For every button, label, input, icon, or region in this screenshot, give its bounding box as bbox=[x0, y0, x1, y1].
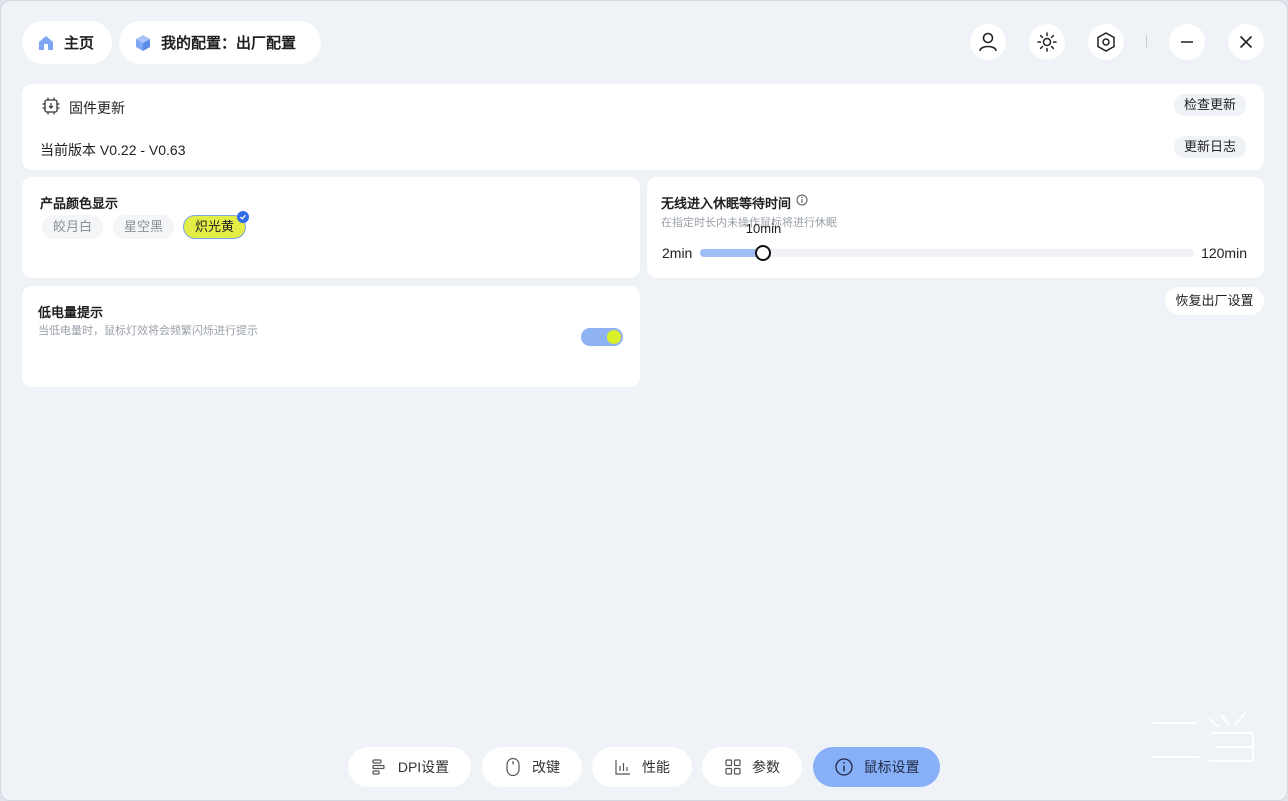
check-update-button[interactable]: 检查更新 bbox=[1173, 94, 1246, 116]
product-color-title: 产品颜色显示 bbox=[40, 196, 119, 211]
app-window: 主页 我的配置：出厂配置 固件更新 检查更新 当前版本 V0.22 - V0.6… bbox=[0, 0, 1288, 801]
slider-min-label: 2min bbox=[662, 245, 693, 261]
nav-mouse-settings-label: 鼠标设置 bbox=[863, 759, 920, 775]
low-battery-title: 低电量提示 bbox=[38, 305, 104, 320]
nav-keymap[interactable]: 改键 bbox=[482, 747, 582, 787]
nav-mouse-settings[interactable]: 鼠标设置 bbox=[813, 747, 940, 787]
color-option-black[interactable]: 星空黑 bbox=[113, 215, 175, 239]
product-color-card: 产品颜色显示 皎月白 星空黑 炽光黄 bbox=[22, 177, 640, 278]
minimize-button[interactable] bbox=[1169, 24, 1205, 60]
grid-icon bbox=[725, 759, 741, 775]
nav-dpi[interactable]: DPI设置 bbox=[348, 747, 471, 787]
hex-settings-icon bbox=[1097, 32, 1115, 52]
changelog-button[interactable]: 更新日志 bbox=[1173, 136, 1246, 158]
low-battery-desc: 当低电量时，鼠标灯效将会频繁闪烁进行提示 bbox=[38, 325, 258, 337]
sleep-slider-thumb[interactable] bbox=[755, 245, 772, 261]
mouse-icon bbox=[506, 757, 520, 777]
slider-value-label: 10min bbox=[745, 221, 782, 236]
nav-performance[interactable]: 性能 bbox=[592, 747, 692, 787]
minimize-icon bbox=[1181, 41, 1193, 43]
toggle-knob bbox=[607, 330, 621, 344]
user-button[interactable] bbox=[970, 24, 1006, 60]
close-icon bbox=[1239, 35, 1253, 49]
nav-performance-label: 性能 bbox=[642, 759, 670, 775]
low-battery-toggle[interactable] bbox=[581, 328, 623, 346]
brand-watermark-logo bbox=[1151, 712, 1254, 762]
color-option-white[interactable]: 皎月白 bbox=[42, 215, 104, 239]
low-battery-card: 低电量提示 当低电量时，鼠标灯效将会频繁闪烁进行提示 bbox=[22, 286, 640, 387]
info-icon bbox=[834, 758, 853, 776]
nav-params[interactable]: 参数 bbox=[702, 747, 802, 787]
nav-keymap-label: 改键 bbox=[532, 759, 560, 775]
home-tab[interactable]: 主页 bbox=[22, 21, 112, 64]
sleep-timer-card: 无线进入休眠等待时间 在指定时长内未操作鼠标将进行休眠 2min 120min … bbox=[647, 177, 1264, 278]
config-label: 我的配置：出厂配置 bbox=[161, 35, 297, 52]
sleep-slider-track[interactable]: 10min bbox=[700, 221, 1194, 261]
color-option-yellow[interactable]: 炽光黄 bbox=[183, 211, 250, 239]
sleep-slider-fill bbox=[700, 249, 764, 257]
firmware-title: 固件更新 bbox=[69, 100, 125, 116]
check-icon bbox=[237, 211, 250, 223]
slider-max-label: 120min bbox=[1201, 245, 1247, 261]
sun-icon bbox=[1037, 32, 1057, 52]
dpi-icon bbox=[372, 759, 385, 775]
info-small-icon[interactable] bbox=[796, 194, 808, 206]
config-tab[interactable]: 我的配置：出厂配置 bbox=[119, 21, 321, 64]
nav-params-label: 参数 bbox=[752, 759, 780, 775]
color-option-yellow-label: 炽光黄 bbox=[195, 219, 235, 234]
firmware-version: 当前版本 V0.22 - V0.63 bbox=[40, 142, 186, 158]
cube-icon bbox=[136, 34, 150, 51]
home-icon bbox=[39, 35, 53, 50]
close-button[interactable] bbox=[1228, 24, 1264, 60]
settings-button[interactable] bbox=[1088, 24, 1124, 60]
user-icon bbox=[979, 32, 997, 52]
nav-dpi-label: DPI设置 bbox=[397, 759, 450, 775]
firmware-card: 固件更新 检查更新 当前版本 V0.22 - V0.63 更新日志 bbox=[22, 84, 1264, 170]
lighting-button[interactable] bbox=[1029, 24, 1065, 60]
performance-icon bbox=[615, 760, 630, 775]
home-label: 主页 bbox=[64, 35, 95, 52]
sleep-title: 无线进入休眠等待时间 bbox=[661, 196, 792, 211]
toolbar-divider bbox=[1146, 35, 1147, 48]
factory-reset-button[interactable]: 恢复出厂设置 bbox=[1165, 287, 1264, 315]
firmware-chip-icon bbox=[42, 97, 60, 115]
